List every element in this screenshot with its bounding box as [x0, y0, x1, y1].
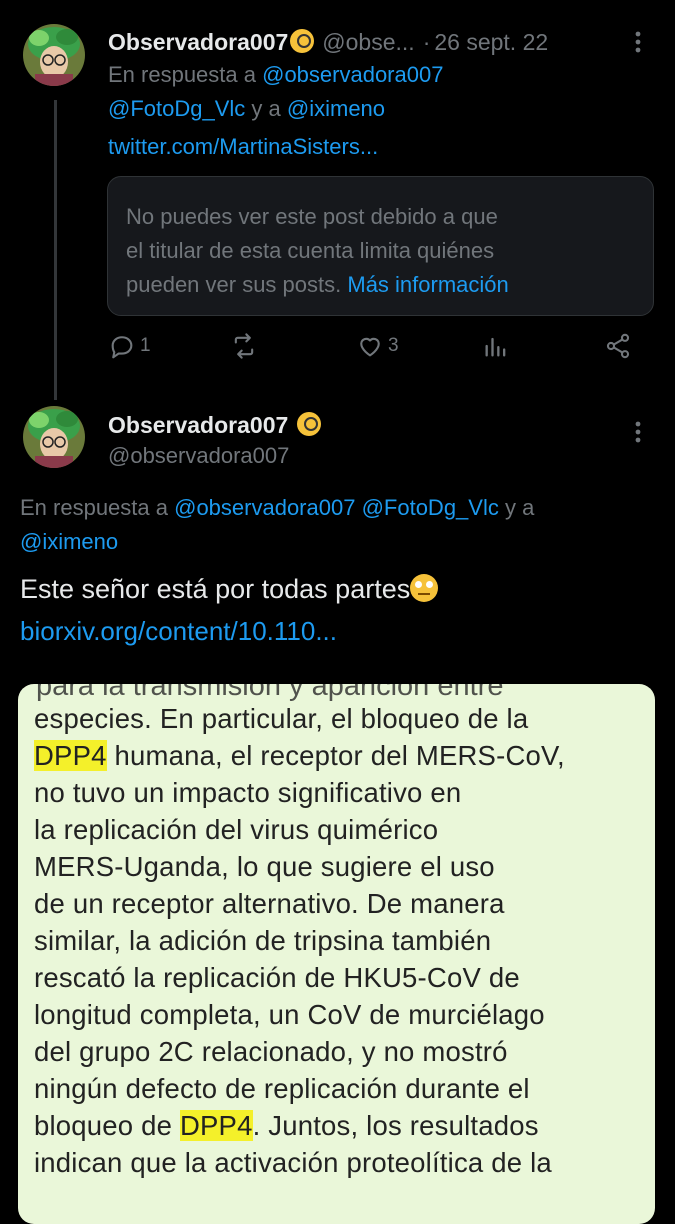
views-icon [485, 337, 506, 357]
avatar[interactable] [23, 406, 85, 468]
doc-line-text: . Juntos, los resultados [252, 1110, 539, 1141]
more-icon[interactable] [626, 418, 650, 450]
handle[interactable]: @obse... [322, 29, 414, 56]
reply-context: En respuesta a @observadora007 @FotoDg_V… [108, 58, 648, 126]
doc-line: similar, la adición de tripsina también [34, 925, 492, 956]
more-info-link[interactable]: Más información [347, 272, 508, 297]
thread-connector-line [54, 100, 57, 400]
share-icon [606, 333, 630, 359]
doc-line: rescató la replicación de HKU5-CoV de [34, 962, 520, 993]
avatar-image [23, 24, 85, 86]
doc-line-text: bloqueo de [34, 1110, 180, 1141]
highlighted-term: DPP4 [34, 740, 107, 771]
post-body: Este señor está por todas partes [20, 574, 411, 604]
reply-and: y a [251, 96, 281, 121]
document-text: especies. En particular, el bloqueo de l… [34, 700, 565, 1181]
doc-line-text: humana, el receptor del MERS-CoV, [106, 740, 565, 771]
doc-line: DPP4 humana, el receptor del MERS-CoV, [34, 737, 565, 774]
share-button[interactable] [604, 332, 632, 360]
avatar-image [23, 406, 85, 468]
display-name[interactable]: Observadora007 [108, 29, 288, 56]
mention-link[interactable]: @iximeno [287, 96, 385, 121]
more-icon[interactable] [626, 28, 650, 60]
mention-link[interactable]: @observadora007 [262, 62, 443, 87]
post-link[interactable]: twitter.com/MartinaSisters... [108, 134, 378, 160]
mention-link[interactable]: @FotoDg_Vlc [108, 96, 245, 121]
doc-line: ningún defecto de replicación durante el [34, 1073, 530, 1104]
restricted-text: No puedes ver este post debido a que [126, 204, 498, 229]
post-link[interactable]: biorxiv.org/content/10.110... [20, 616, 337, 647]
post-header: Observadora007 [108, 409, 321, 439]
retweet-icon [234, 333, 254, 359]
monocle-emoji-icon [290, 29, 315, 53]
doc-line: bloqueo de DPP4. Juntos, los resultados [34, 1107, 565, 1144]
action-bar: 1 3 [108, 332, 638, 372]
reply-and: y a [504, 495, 535, 520]
doc-line: de un receptor alternativo. De manera [34, 888, 505, 919]
highlighted-term: DPP4 [179, 1110, 253, 1141]
doc-line: del grupo 2C relacionado, y no mostró [34, 1036, 508, 1067]
views-button[interactable] [482, 332, 510, 360]
post-text: Este señor está por todas partes [20, 574, 439, 605]
monocle-emoji-icon [296, 412, 321, 436]
eye-roll-emoji-icon [410, 574, 439, 602]
doc-line: indican que la activación proteolítica d… [34, 1147, 552, 1178]
reply-count: 1 [140, 335, 151, 356]
retweet-button[interactable] [230, 332, 258, 360]
handle[interactable]: @observadora007 [108, 443, 289, 469]
post-date[interactable]: 26 sept. 22 [434, 29, 548, 56]
attached-image[interactable]: para la transmisión y aparición entre es… [18, 684, 655, 1224]
avatar[interactable] [23, 24, 85, 86]
reply-button[interactable]: 1 [108, 332, 151, 360]
display-name[interactable]: Observadora007 [108, 412, 288, 438]
reply-prefix: En respuesta a [20, 495, 168, 520]
doc-line: especies. En particular, el bloqueo de l… [34, 703, 529, 734]
restricted-post-card: No puedes ver este post debido a que el … [107, 176, 654, 316]
reply-icon [111, 336, 133, 359]
like-button[interactable]: 3 [356, 332, 399, 360]
restricted-text: el titular de esta cuenta limita quiénes [126, 238, 495, 263]
doc-line: MERS-Uganda, lo que sugiere el uso [34, 851, 495, 882]
doc-line: no tuvo un impacto significativo en [34, 777, 462, 808]
like-icon [360, 337, 380, 357]
mention-link[interactable]: @iximeno [20, 529, 118, 554]
restricted-text: pueden ver sus posts. [126, 272, 342, 297]
post-header: Observadora007 @obse... · 26 sept. 22 [108, 26, 548, 56]
separator: · [422, 29, 431, 55]
reply-prefix: En respuesta a [108, 62, 256, 87]
mention-link[interactable]: @observadora007 [174, 495, 355, 520]
like-count: 3 [388, 335, 399, 356]
mention-link[interactable]: @FotoDg_Vlc [362, 495, 499, 520]
doc-line: longitud completa, un CoV de murciélago [34, 999, 545, 1030]
doc-line: la replicación del virus quimérico [34, 814, 439, 845]
reply-context: En respuesta a @observadora007 @FotoDg_V… [20, 491, 640, 559]
